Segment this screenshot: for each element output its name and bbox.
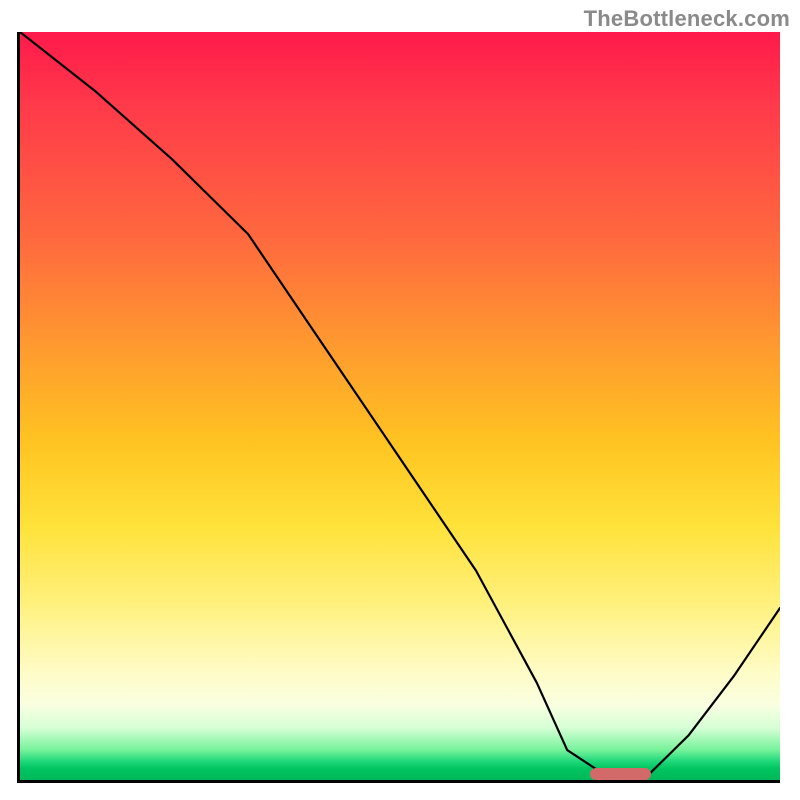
y-axis-line xyxy=(17,32,20,780)
plot-area xyxy=(20,32,780,780)
gradient-background xyxy=(20,32,780,780)
optimal-marker xyxy=(590,768,651,780)
watermark-text: TheBottleneck.com xyxy=(584,6,790,32)
x-axis-line xyxy=(17,780,780,783)
chart-stage: TheBottleneck.com xyxy=(0,0,800,800)
